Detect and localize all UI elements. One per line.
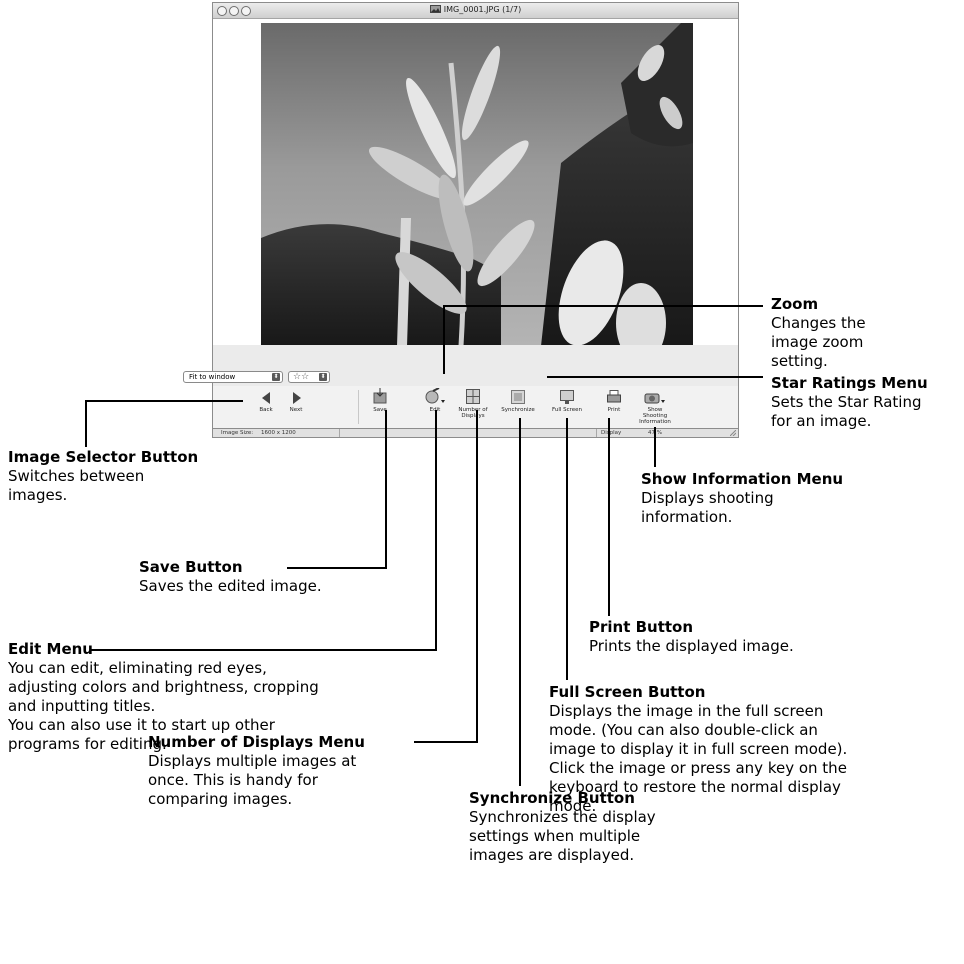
full-screen-leader-line [566,418,568,680]
back-arrow-icon [261,392,270,404]
resize-grip-icon[interactable] [730,430,736,436]
display-label: Display [601,430,622,436]
zoom-leader-line [443,305,763,307]
show-information-callout: Show Information Menu Displays shooting … [641,470,844,526]
edit-palette-icon [425,388,445,404]
back-button[interactable]: Back [254,388,278,413]
number-of-displays-button[interactable]: Number of Displays [458,388,488,419]
image-size-value: 1600 x 1200 [261,430,296,436]
image-selector-leader-line [85,400,243,402]
synchronize-callout: Synchronize Button Synchronizes the disp… [469,789,656,864]
toolbar-separator [358,390,359,424]
full-screen-icon [560,390,574,404]
number-of-displays-leader-line [414,741,478,743]
synchronize-icon [511,390,525,404]
synchronize-button[interactable]: Synchronize [494,388,542,413]
image-selector-callout: Image Selector Button Switches between i… [8,448,199,504]
star-ratings-callout: Star Ratings Menu Sets the Star Rating f… [771,374,928,430]
next-button[interactable]: Next [284,388,308,413]
image-size-label: Image Size: [221,430,254,436]
camera-info-icon [644,393,665,404]
chevron-updown-icon: ⬍ [272,373,280,381]
zoom-select-value: Fit to window [189,373,236,381]
print-callout: Print Button Prints the displayed image. [589,618,794,655]
save-leader-line [385,410,387,569]
edit-leader-line [435,410,437,651]
image-selector-leader-line [85,400,87,447]
image-file-icon [429,5,441,13]
save-button[interactable]: Save [368,388,392,413]
zoom-select[interactable]: Fit to window ⬍ [183,371,283,383]
number-of-displays-leader-line [476,410,478,743]
printer-icon [607,390,621,403]
title-bar[interactable]: IMG_0001.JPG (1/7) [213,3,738,19]
synchronize-leader-line [519,418,521,786]
star-rating-select[interactable]: ☆☆ ⬍ [288,371,330,383]
show-info-leader-line [654,427,656,467]
next-arrow-icon [292,392,301,404]
star-leader-line [547,376,763,378]
full-screen-button[interactable]: Full Screen [547,388,587,413]
image-viewer-window: IMG_0001.JPG (1/7) [212,2,739,387]
save-icon [373,388,387,404]
show-shooting-information-button[interactable]: Show Shooting Information [635,388,675,425]
number-of-displays-callout: Number of Displays Menu Displays multipl… [148,733,365,808]
window-title: IMG_0001.JPG (1/7) [443,5,522,14]
displayed-photo[interactable] [261,23,693,346]
print-button[interactable]: Print [602,388,626,413]
chevron-updown-icon: ⬍ [319,373,327,381]
zoom-leader-line [443,305,445,374]
star-rating-value: ☆☆ [293,372,310,382]
display-grid-icon [466,389,480,404]
print-leader-line [608,418,610,616]
zoom-callout: Zoom Changes the image zoom setting. [771,295,866,370]
save-callout: Save Button Saves the edited image. [139,558,322,595]
